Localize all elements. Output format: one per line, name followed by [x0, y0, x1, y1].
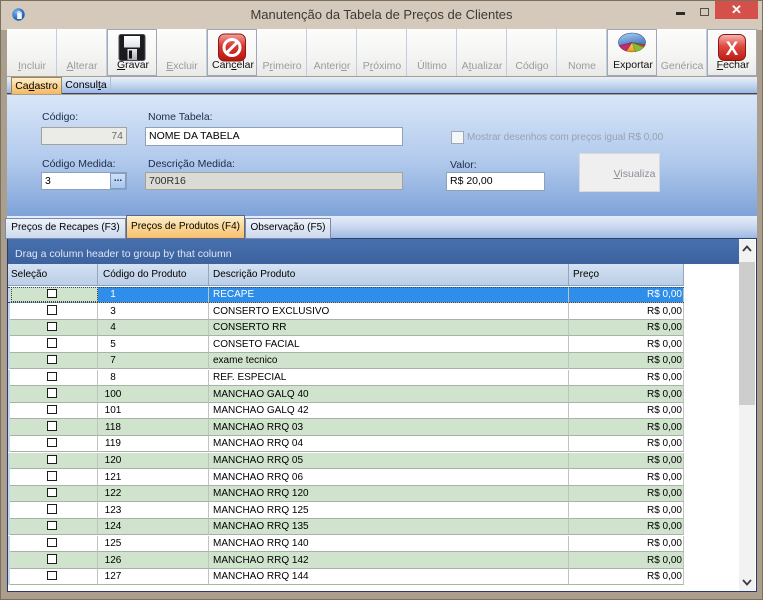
svg-text:X: X	[726, 39, 739, 60]
